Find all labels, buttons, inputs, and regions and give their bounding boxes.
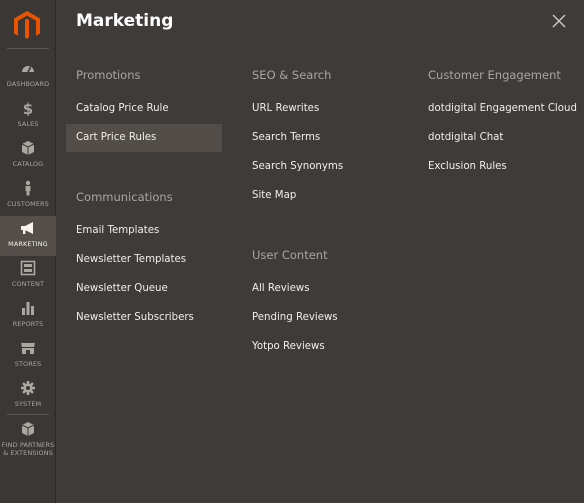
panel-title: Marketing xyxy=(76,11,174,31)
layout-icon xyxy=(20,260,36,276)
sidebar-item-label: CONTENT xyxy=(11,280,45,288)
menu-link-newsletter-queue[interactable]: Newsletter Queue xyxy=(66,275,168,303)
menu-link-catalog-price-rule[interactable]: Catalog Price Rule xyxy=(66,95,169,123)
sidebar-item-label: STORES xyxy=(14,360,42,368)
close-icon[interactable] xyxy=(551,13,567,29)
marketing-flyout-panel: Marketing Promotions Catalog Price Rule … xyxy=(57,0,584,503)
sidebar-item-label: FIND PARTNERS & EXTENSIONS xyxy=(1,441,55,457)
menu-link-email-templates[interactable]: Email Templates xyxy=(66,217,159,245)
sidebar-item-label: CUSTOMERS xyxy=(7,200,49,208)
sidebar-item-label: MARKETING xyxy=(8,240,48,248)
menu-link-url-rewrites[interactable]: URL Rewrites xyxy=(242,95,319,123)
sidebar-item-label: DASHBOARD xyxy=(6,80,50,88)
sidebar-item-catalog[interactable]: CATALOG xyxy=(0,136,56,176)
sidebar-divider xyxy=(7,48,49,49)
dashboard-icon xyxy=(20,60,36,76)
menu-link-site-map[interactable]: Site Map xyxy=(242,182,296,210)
menu-link-cart-price-rules[interactable]: Cart Price Rules xyxy=(66,124,222,152)
section-heading-seo-search: SEO & Search xyxy=(252,68,332,82)
person-icon xyxy=(20,180,36,196)
sidebar-item-label: REPORTS xyxy=(12,320,44,328)
sidebar-item-reports[interactable]: REPORTS xyxy=(0,296,56,336)
menu-link-newsletter-templates[interactable]: Newsletter Templates xyxy=(66,246,186,274)
section-heading-promotions: Promotions xyxy=(76,68,141,82)
sidebar-item-marketing[interactable]: MARKETING xyxy=(0,216,56,256)
sidebar-item-content[interactable]: CONTENT xyxy=(0,256,56,296)
sidebar-item-dashboard[interactable]: DASHBOARD xyxy=(0,56,56,96)
menu-link-dotdigital-engagement-cloud[interactable]: dotdigital Engagement Cloud xyxy=(418,95,577,123)
sidebar-item-find-partners[interactable]: FIND PARTNERS & EXTENSIONS xyxy=(0,417,56,459)
cube-icon xyxy=(20,421,36,437)
storefront-icon xyxy=(20,340,36,356)
sidebar-item-sales[interactable]: $ SALES xyxy=(0,96,56,136)
menu-link-search-terms[interactable]: Search Terms xyxy=(242,124,320,152)
magento-logo-icon[interactable] xyxy=(12,10,42,40)
dollar-icon: $ xyxy=(20,100,36,116)
gear-icon xyxy=(20,380,36,396)
sidebar-item-system[interactable]: SYSTEM xyxy=(0,376,56,416)
sidebar-divider xyxy=(7,414,49,415)
menu-link-search-synonyms[interactable]: Search Synonyms xyxy=(242,153,343,181)
menu-link-pending-reviews[interactable]: Pending Reviews xyxy=(242,304,338,332)
sidebar-item-stores[interactable]: STORES xyxy=(0,336,56,376)
menu-link-exclusion-rules[interactable]: Exclusion Rules xyxy=(418,153,507,181)
svg-text:$: $ xyxy=(23,100,33,116)
box-icon xyxy=(20,140,36,156)
sidebar-item-label: CATALOG xyxy=(12,160,44,168)
section-heading-communications: Communications xyxy=(76,190,173,204)
admin-sidebar: DASHBOARD $ SALES CATALOG CUSTOMERS MARK… xyxy=(0,0,56,503)
section-heading-user-content: User Content xyxy=(252,248,328,262)
menu-link-all-reviews[interactable]: All Reviews xyxy=(242,275,310,303)
sidebar-item-customers[interactable]: CUSTOMERS xyxy=(0,176,56,216)
menu-link-newsletter-subscribers[interactable]: Newsletter Subscribers xyxy=(66,304,194,332)
bar-chart-icon xyxy=(20,300,36,316)
megaphone-icon xyxy=(20,220,36,236)
sidebar-item-label: SALES xyxy=(17,120,39,128)
menu-link-dotdigital-chat[interactable]: dotdigital Chat xyxy=(418,124,503,152)
section-heading-customer-engagement: Customer Engagement xyxy=(428,68,561,82)
menu-link-yotpo-reviews[interactable]: Yotpo Reviews xyxy=(242,333,325,361)
sidebar-item-label: SYSTEM xyxy=(14,400,42,408)
